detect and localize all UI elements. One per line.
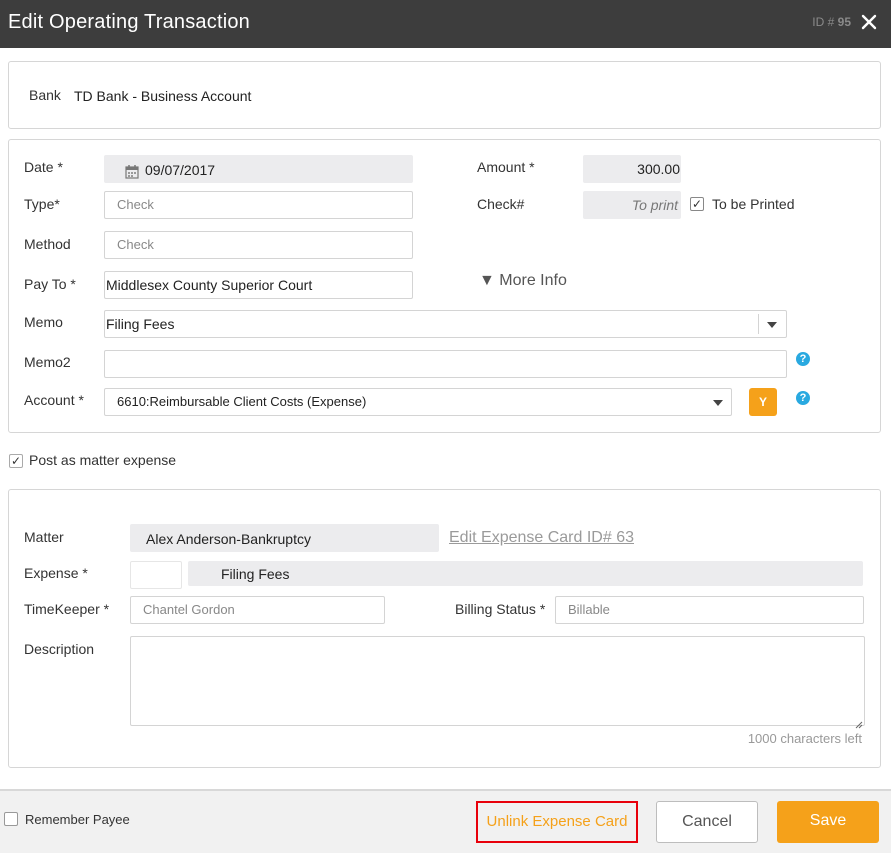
timekeeper-select[interactable]: Chantel Gordon xyxy=(130,596,385,624)
billing-status-select[interactable]: Billable xyxy=(555,596,864,624)
bank-panel: Bank TD Bank - Business Account xyxy=(8,61,881,129)
to-be-printed-checkbox[interactable]: ✓ xyxy=(690,197,704,211)
amount-field[interactable]: 300.00 xyxy=(583,155,681,183)
amount-label: Amount * xyxy=(477,159,535,175)
post-matter-expense-label: Post as matter expense xyxy=(29,452,177,468)
check-number-placeholder: To print xyxy=(631,197,678,213)
matter-label: Matter xyxy=(24,529,64,545)
method-label: Method xyxy=(24,236,71,252)
record-id: ID # 95 xyxy=(812,15,851,29)
date-label: Date * xyxy=(24,159,63,175)
memo-label: Memo xyxy=(24,314,63,330)
account-filter-button[interactable]: Y xyxy=(749,388,777,416)
transaction-panel: Date * 09/07/2017 Amount * 300.00 Type* … xyxy=(8,139,881,433)
account-value: 6610:Reimbursable Client Costs (Expense) xyxy=(117,394,367,409)
record-id-label: ID # xyxy=(812,15,835,29)
amount-value: 300.00 xyxy=(637,161,680,177)
post-matter-expense-checkbox[interactable]: ✓ xyxy=(9,454,23,468)
cancel-button[interactable]: Cancel xyxy=(656,801,758,843)
unlink-expense-card-button[interactable]: Unlink Expense Card xyxy=(476,801,638,843)
help-icon[interactable]: ? xyxy=(796,391,810,405)
close-icon[interactable] xyxy=(861,11,879,33)
bank-label: Bank xyxy=(29,87,61,103)
description-textarea[interactable] xyxy=(130,636,865,726)
dialog-footer: Remember Payee Unlink Expense Card Cance… xyxy=(0,789,891,853)
billing-status-label: Billing Status * xyxy=(455,601,546,617)
type-select[interactable]: Check xyxy=(104,191,413,219)
check-number-label: Check# xyxy=(477,196,525,212)
account-label: Account * xyxy=(24,392,84,408)
matter-field[interactable]: Alex Anderson-Bankruptcy xyxy=(130,524,439,552)
to-be-printed-label: To be Printed xyxy=(712,196,795,212)
expense-type-field[interactable]: Filing Fees xyxy=(188,561,863,586)
dialog-title: Edit Operating Transaction xyxy=(8,11,250,33)
remember-payee-checkbox[interactable] xyxy=(4,812,18,826)
memo-dropdown-separator xyxy=(758,314,759,334)
chevron-down-icon xyxy=(713,400,723,406)
more-info-toggle[interactable]: ▼ More Info xyxy=(479,272,567,290)
description-label: Description xyxy=(24,641,95,657)
save-button[interactable]: Save xyxy=(777,801,879,843)
bank-value[interactable]: TD Bank - Business Account xyxy=(74,88,251,104)
method-select[interactable]: Check xyxy=(104,231,413,259)
resize-handle-icon[interactable] xyxy=(855,716,863,732)
payto-input[interactable]: Middlesex County Superior Court xyxy=(104,271,413,299)
remember-payee-label: Remember Payee xyxy=(25,812,130,827)
memo2-label: Memo2 xyxy=(24,354,71,370)
characters-left: 1000 characters left xyxy=(747,731,862,746)
expense-type-value: Filing Fees xyxy=(221,566,290,582)
matter-value: Alex Anderson-Bankruptcy xyxy=(146,531,311,547)
account-select[interactable]: 6610:Reimbursable Client Costs (Expense) xyxy=(104,388,732,416)
dialog-titlebar: Edit Operating Transaction ID # 95 xyxy=(0,0,891,48)
type-label: Type* xyxy=(24,196,60,212)
memo-combobox[interactable]: Filing Fees xyxy=(104,310,787,338)
memo2-input[interactable] xyxy=(104,350,787,378)
help-icon[interactable]: ? xyxy=(796,352,810,366)
check-number-field[interactable]: To print xyxy=(583,191,681,219)
expense-label: Expense * xyxy=(24,565,88,581)
calendar-icon xyxy=(125,161,139,187)
record-id-value: 95 xyxy=(837,15,851,29)
expense-panel: Matter Alex Anderson-Bankruptcy Edit Exp… xyxy=(8,489,881,768)
chevron-down-icon[interactable] xyxy=(767,322,777,328)
expense-code-input[interactable] xyxy=(130,561,182,589)
timekeeper-label: TimeKeeper * xyxy=(24,601,110,617)
memo-value: Filing Fees xyxy=(106,316,175,332)
date-value: 09/07/2017 xyxy=(145,162,216,178)
edit-expense-card-link[interactable]: Edit Expense Card ID# 63 xyxy=(449,529,634,547)
payto-label: Pay To * xyxy=(24,276,76,292)
date-field[interactable]: 09/07/2017 xyxy=(104,155,413,183)
